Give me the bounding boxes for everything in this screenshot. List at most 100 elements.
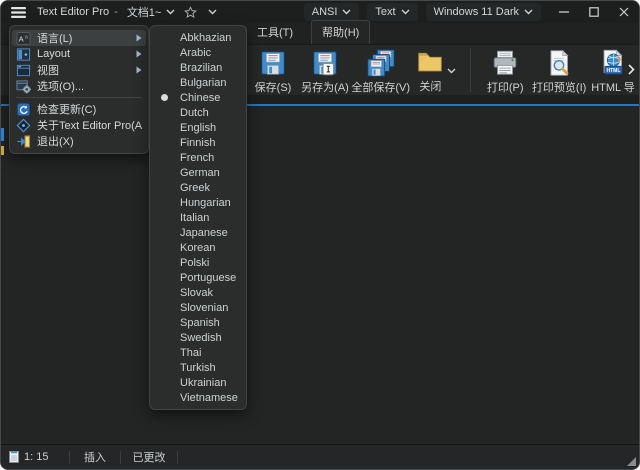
- minimize-button[interactable]: [549, 1, 579, 23]
- editor-area[interactable]: [1, 106, 639, 444]
- menu-item-exit[interactable]: 退出(X): [10, 133, 148, 149]
- language-item-slovenian[interactable]: Slovenian: [150, 300, 246, 315]
- menu-item-label: 语言(L): [37, 30, 134, 46]
- language-item-polski[interactable]: Polski: [150, 255, 246, 270]
- favorite-star-button[interactable]: [179, 2, 201, 22]
- filetype-selector[interactable]: Text: [367, 3, 417, 21]
- language-item-japanese[interactable]: Japanese: [150, 225, 246, 240]
- svg-text:HTML: HTML: [606, 68, 620, 74]
- language-icon: Aa: [16, 31, 31, 46]
- insert-mode-cell[interactable]: 插入: [70, 449, 120, 465]
- language-item-thai[interactable]: Thai: [150, 345, 246, 360]
- language-item-italian[interactable]: Italian: [150, 210, 246, 225]
- chevron-down-icon: [524, 9, 533, 15]
- insert-mode: 插入: [84, 449, 106, 465]
- print-preview-icon: [544, 48, 574, 78]
- menu-item-options[interactable]: 选项(O)...: [10, 78, 148, 94]
- toolbar-button-print-preview[interactable]: 打印预览(I): [531, 45, 587, 95]
- menu-item-label: 检查更新(C): [37, 101, 142, 117]
- menu-item-layout[interactable]: Layout: [10, 46, 148, 62]
- language-item-english[interactable]: English: [150, 120, 246, 135]
- app-title: Text Editor Pro: [37, 6, 109, 18]
- language-item-chinese[interactable]: Chinese: [150, 90, 246, 105]
- document-icon: [9, 451, 19, 463]
- hamburger-icon: [11, 7, 26, 18]
- ribbon-tab-0[interactable]: 工具(T): [247, 21, 303, 44]
- toolbar-button-save-as[interactable]: 另存为(A): [299, 45, 351, 95]
- chevron-down-icon: [401, 9, 410, 15]
- app-window: Text Editor Pro - 文档1~ ANSI Text: [0, 0, 640, 470]
- chevron-right-icon: [628, 64, 635, 75]
- toolbar-button-print[interactable]: 打印(P): [479, 45, 531, 95]
- language-item-vietnamese[interactable]: Vietnamese: [150, 390, 246, 405]
- language-item-portuguese[interactable]: Portuguese: [150, 270, 246, 285]
- svg-text:A: A: [19, 34, 24, 43]
- favorites-dropdown-button[interactable]: [201, 2, 223, 22]
- menu-item-label: 关于Text Editor Pro(A): [37, 117, 142, 133]
- toolbar-button-label: 另存为(A): [301, 79, 349, 95]
- submenu-arrow-icon: [134, 50, 142, 58]
- menu-item-view[interactable]: 视图: [10, 62, 148, 78]
- html-export-icon: HTML: [598, 48, 628, 78]
- document-name: 文档1~: [127, 4, 162, 20]
- toolbar-button-folder-close[interactable]: 关闭: [410, 45, 462, 95]
- toolbar-button-label: HTML 导: [591, 79, 635, 95]
- language-label: German: [180, 167, 220, 179]
- language-label: Greek: [180, 182, 210, 194]
- about-icon: [16, 118, 31, 133]
- language-label: Korean: [180, 242, 215, 254]
- language-item-slovak[interactable]: Slovak: [150, 285, 246, 300]
- language-item-turkish[interactable]: Turkish: [150, 360, 246, 375]
- language-label: Japanese: [180, 227, 228, 239]
- language-label: French: [180, 152, 214, 164]
- language-item-hungarian[interactable]: Hungarian: [150, 195, 246, 210]
- menu-item-about[interactable]: 关于Text Editor Pro(A): [10, 117, 148, 133]
- update-icon: [16, 102, 31, 117]
- language-label: Portuguese: [180, 272, 236, 284]
- modified-state: 已更改: [133, 449, 166, 465]
- language-label: Hungarian: [180, 197, 231, 209]
- language-label: Ukrainian: [180, 377, 226, 389]
- modified-state-cell: 已更改: [121, 449, 177, 465]
- toolbar-button-save-all[interactable]: 全部保存(V): [351, 45, 410, 95]
- maximize-button[interactable]: [579, 1, 609, 23]
- submenu-arrow-icon: [134, 66, 142, 74]
- print-icon: [490, 48, 520, 78]
- language-label: Brazilian: [180, 62, 222, 74]
- statusbar-separator: [177, 451, 178, 464]
- encoding-selector[interactable]: ANSI: [304, 3, 360, 21]
- theme-selector[interactable]: Windows 11 Dark: [426, 3, 541, 21]
- document-selector[interactable]: 文档1~: [123, 2, 180, 22]
- menu-item-language[interactable]: Aa 语言(L): [12, 30, 146, 46]
- exit-icon: [16, 134, 31, 149]
- language-item-french[interactable]: French: [150, 150, 246, 165]
- language-item-bulgarian[interactable]: Bulgarian: [150, 75, 246, 90]
- language-item-german[interactable]: German: [150, 165, 246, 180]
- language-item-brazilian[interactable]: Brazilian: [150, 60, 246, 75]
- hamburger-menu-button[interactable]: [1, 1, 35, 23]
- language-item-arabic[interactable]: Arabic: [150, 45, 246, 60]
- language-item-finnish[interactable]: Finnish: [150, 135, 246, 150]
- language-label: Chinese: [180, 92, 220, 104]
- caret-position: 1: 15: [24, 451, 48, 463]
- language-item-spanish[interactable]: Spanish: [150, 315, 246, 330]
- language-label: Dutch: [180, 107, 209, 119]
- language-item-swedish[interactable]: Swedish: [150, 330, 246, 345]
- language-label: Arabic: [180, 47, 211, 59]
- resize-grip[interactable]: [627, 457, 636, 466]
- toolbar-button-save[interactable]: 保存(S): [247, 45, 299, 95]
- toolbar-overflow-button[interactable]: [628, 61, 638, 77]
- menu-item-update[interactable]: 检查更新(C): [10, 101, 148, 117]
- close-button[interactable]: [609, 1, 639, 23]
- left-edge-marker-yellow: [1, 146, 4, 155]
- language-item-korean[interactable]: Korean: [150, 240, 246, 255]
- language-item-greek[interactable]: Greek: [150, 180, 246, 195]
- star-icon: [184, 6, 197, 19]
- view-icon: [16, 63, 31, 78]
- toolbar-button-label: 打印(P): [487, 79, 524, 95]
- ribbon-tab-1[interactable]: 帮助(H): [311, 20, 370, 44]
- theme-value: Windows 11 Dark: [434, 6, 519, 18]
- language-item-dutch[interactable]: Dutch: [150, 105, 246, 120]
- language-item-ukrainian[interactable]: Ukrainian: [150, 375, 246, 390]
- language-item-abkhazian[interactable]: Abkhazian: [150, 30, 246, 45]
